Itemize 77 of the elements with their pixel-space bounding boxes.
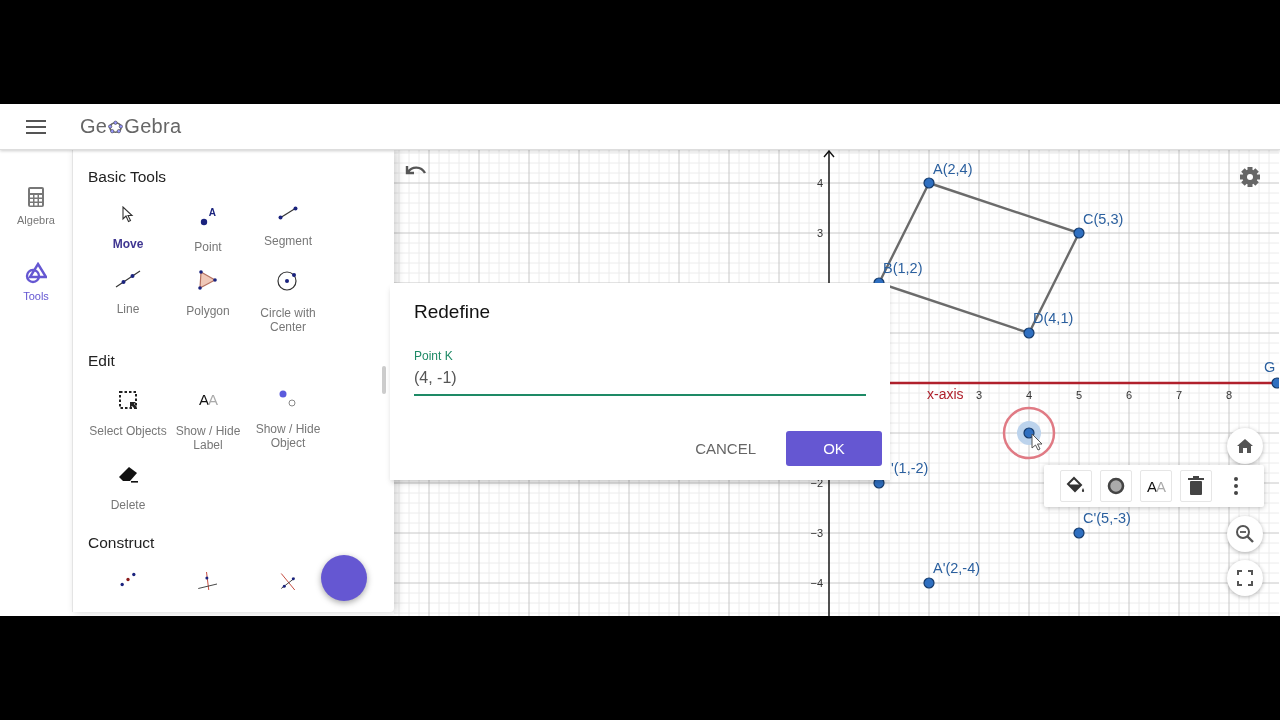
shapes-icon: [25, 262, 47, 284]
label-icon: AA: [199, 388, 217, 410]
point[interactable]: [1271, 377, 1279, 389]
tick-label: 7: [1175, 389, 1183, 401]
trash-icon: [1188, 476, 1204, 496]
tick-label: −4: [810, 577, 823, 589]
point-label: C(5,3): [1083, 211, 1124, 227]
tool-button[interactable]: A Point: [194, 204, 222, 256]
tool-button[interactable]: Line: [115, 268, 141, 334]
more-icon: [1233, 476, 1239, 496]
tool-button[interactable]: Circle with Center: [248, 268, 328, 334]
tool-button[interactable]: Segment: [264, 204, 312, 256]
ok-button[interactable]: OK: [786, 431, 882, 466]
point-label: C'(5,-3): [1083, 510, 1131, 526]
eraser-icon: [117, 466, 139, 484]
tick-label: 4: [816, 177, 823, 189]
section-title: Edit: [88, 352, 115, 370]
point-label: A'(2,-4): [933, 560, 981, 576]
point-style-button[interactable]: [1100, 470, 1132, 502]
floating-action-button[interactable]: [321, 555, 367, 601]
tool-button[interactable]: AA Show / Hide Label: [168, 388, 248, 452]
triangle-icon: [198, 270, 218, 290]
rail-tab[interactable]: Tools: [23, 262, 49, 302]
section-title: Basic Tools: [88, 168, 167, 186]
segment-icon: [278, 206, 298, 220]
line-icon: [115, 270, 141, 288]
home-icon: [1236, 438, 1254, 454]
circle-icon: [1106, 476, 1126, 496]
field-label: Point K: [414, 349, 453, 363]
logo-text: Ge: [80, 115, 108, 138]
section-title: Construct: [88, 534, 155, 552]
input-field[interactable]: (4, -1): [414, 363, 866, 396]
intersect-icon: [279, 572, 297, 590]
point[interactable]: [1073, 527, 1085, 539]
point-label: A(2,4): [933, 161, 973, 177]
cursor-icon: [122, 206, 134, 223]
label-icon: AA: [1147, 477, 1165, 495]
point-label: '(1,-2): [891, 460, 929, 476]
dialog-title: Redefine: [414, 301, 492, 323]
tick-label: 3: [816, 227, 823, 239]
perpendicular-icon: [197, 572, 219, 590]
color-button[interactable]: [1060, 470, 1092, 502]
point[interactable]: [923, 577, 935, 589]
tool-button[interactable]: Select Objects: [89, 388, 167, 452]
logo-text: Gebra: [124, 115, 182, 138]
tool-button[interactable]: Show / Hide Object: [248, 388, 328, 452]
logo-icon: [108, 119, 124, 134]
point-label: G: [1264, 359, 1276, 375]
tick-label: 4: [1025, 389, 1033, 401]
undo-icon[interactable]: [405, 164, 427, 175]
label-button[interactable]: AA: [1140, 470, 1172, 502]
cancel-button[interactable]: CANCEL: [683, 431, 768, 466]
point[interactable]: [1073, 227, 1085, 239]
tick-label: 3: [975, 389, 983, 401]
tick-label: 5: [1075, 389, 1083, 401]
point[interactable]: [923, 177, 935, 189]
calculator-icon: [27, 186, 45, 208]
selection-ring: [1002, 406, 1056, 460]
midpoint-icon: [119, 572, 137, 587]
selection-icon: [118, 390, 138, 410]
tick-label: 8: [1225, 389, 1233, 401]
rail-tab[interactable]: Algebra: [17, 186, 55, 226]
zoom-out-icon: [1235, 524, 1255, 544]
dots-icon: [278, 390, 298, 408]
cursor-icon: [1031, 433, 1043, 451]
tick-label: −3: [810, 527, 823, 539]
menu-icon[interactable]: [26, 119, 46, 134]
tool-button[interactable]: Delete: [110, 464, 146, 516]
settings-icon[interactable]: [1240, 167, 1260, 187]
tick-label: 6: [1125, 389, 1133, 401]
circle-icon: [277, 270, 299, 292]
tool-button[interactable]: Move: [112, 204, 144, 256]
fullscreen-icon: [1237, 570, 1253, 586]
axis-label: x-axis: [927, 386, 964, 402]
delete-button[interactable]: [1180, 470, 1212, 502]
tool-button[interactable]: Polygon: [186, 268, 230, 334]
point[interactable]: [1023, 327, 1035, 339]
